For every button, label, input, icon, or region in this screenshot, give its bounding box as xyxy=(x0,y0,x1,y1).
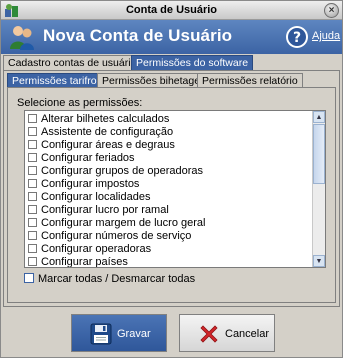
user-accounts-icon xyxy=(10,26,34,50)
tab-tarifron-permissions[interactable]: Permissões tarifron xyxy=(7,73,108,88)
permission-label: Configurar impostos xyxy=(41,178,140,190)
checkbox[interactable] xyxy=(28,257,37,266)
permission-label: Configurar operadoras xyxy=(41,243,152,255)
tarifron-permissions-panel: Selecione as permissões: Alterar bilhete… xyxy=(7,87,336,303)
permission-label: Configurar localidades xyxy=(41,191,151,203)
permission-label: Assistente de configuração xyxy=(41,126,174,138)
checkbox[interactable] xyxy=(28,127,37,136)
dialog-window: Conta de Usuário × Nova Conta de Usuário… xyxy=(0,0,343,358)
header-banner: Nova Conta de Usuário ? Ajuda xyxy=(1,20,342,54)
list-item[interactable]: Alterar bilhetes calculados xyxy=(28,113,169,126)
select-all-label: Marcar todas / Desmarcar todas xyxy=(38,273,196,285)
list-item[interactable]: Configurar grupos de operadoras xyxy=(28,165,203,178)
permission-label: Configurar números de serviço xyxy=(41,230,192,242)
checkbox[interactable] xyxy=(28,244,37,253)
cancel-button[interactable]: Cancelar xyxy=(179,314,275,352)
page-title: Nova Conta de Usuário xyxy=(43,26,233,45)
tab-software-permissions[interactable]: Permissões do software xyxy=(131,55,254,71)
checkbox[interactable] xyxy=(28,114,37,123)
permission-label: Configurar feriados xyxy=(41,152,135,164)
list-item[interactable]: Configurar feriados xyxy=(28,152,135,165)
save-button[interactable]: Gravar xyxy=(71,314,167,352)
checkbox[interactable] xyxy=(28,192,37,201)
button-bar: Gravar Cancelar xyxy=(1,308,342,357)
help-icon[interactable]: ? xyxy=(285,25,309,49)
list-item[interactable]: Configurar lucro por ramal xyxy=(28,204,169,217)
window-title: Conta de Usuário xyxy=(125,4,218,16)
permissions-scrollbar[interactable]: ▲ ▼ xyxy=(312,111,325,267)
cancel-label: Cancelar xyxy=(225,328,270,340)
checkbox[interactable] xyxy=(24,273,34,283)
permission-label: Configurar margem de lucro geral xyxy=(41,217,206,229)
list-item[interactable]: Configurar países xyxy=(28,256,128,268)
checkbox[interactable] xyxy=(28,153,37,162)
scroll-down-button[interactable]: ▼ xyxy=(313,255,325,267)
title-bar[interactable]: Conta de Usuário × xyxy=(1,1,342,20)
checkbox[interactable] xyxy=(28,166,37,175)
checkbox[interactable] xyxy=(28,231,37,240)
cancel-x-icon xyxy=(200,325,218,343)
checkbox[interactable] xyxy=(28,140,37,149)
tab-report-permissions[interactable]: Permissões relatório xyxy=(197,73,303,88)
permission-label: Configurar áreas e degraus xyxy=(41,139,175,151)
floppy-disk-icon xyxy=(90,323,112,345)
save-label: Gravar xyxy=(117,328,151,340)
scroll-up-button[interactable]: ▲ xyxy=(313,111,325,123)
list-item[interactable]: Assistente de configuração xyxy=(28,126,173,139)
checkbox[interactable] xyxy=(28,179,37,188)
permission-label: Alterar bilhetes calculados xyxy=(41,113,170,125)
list-item[interactable]: Configurar impostos xyxy=(28,178,139,191)
list-item[interactable]: Configurar números de serviço xyxy=(28,230,191,243)
svg-text:?: ? xyxy=(293,30,301,46)
help-link[interactable]: Ajuda xyxy=(312,30,340,42)
permission-label: Configurar grupos de operadoras xyxy=(41,165,204,177)
list-item[interactable]: Configurar localidades xyxy=(28,191,150,204)
permissions-list[interactable]: Alterar bilhetes calculados Assistente d… xyxy=(24,110,326,268)
permission-label: Configurar países xyxy=(41,256,128,268)
software-permissions-panel: Permissões tarifron Permissões bihetagem… xyxy=(3,70,340,307)
select-all-checkbox[interactable]: Marcar todas / Desmarcar todas xyxy=(24,273,195,285)
permission-label: Configurar lucro por ramal xyxy=(41,204,169,216)
list-item[interactable]: Configurar áreas e degraus xyxy=(28,139,175,152)
scroll-thumb[interactable] xyxy=(313,124,325,184)
permissions-group-label: Selecione as permissões: xyxy=(17,97,143,109)
checkbox[interactable] xyxy=(28,218,37,227)
checkbox[interactable] xyxy=(28,205,37,214)
close-button[interactable]: × xyxy=(324,3,339,18)
list-item[interactable]: Configurar operadoras xyxy=(28,243,151,256)
tab-account-registration[interactable]: Cadastro contas de usuários xyxy=(3,55,147,71)
list-item[interactable]: Configurar margem de lucro geral xyxy=(28,217,205,230)
